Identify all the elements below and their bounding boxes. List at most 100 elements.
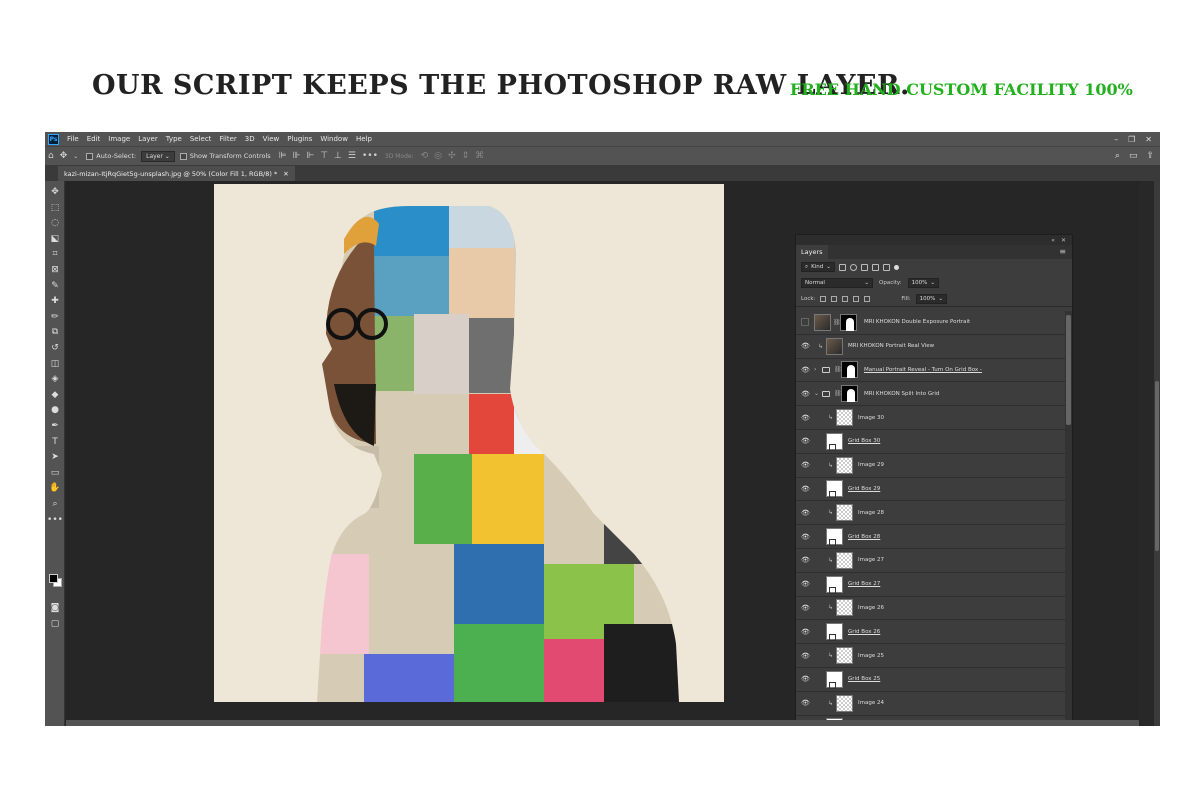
orbit-3d-icon[interactable]: ⟲ — [421, 151, 429, 161]
marquee-tool-icon[interactable]: ⬚ — [48, 201, 62, 215]
layer-row[interactable]: ⛓ MRI KHOKON Double Exposure Portrait — [796, 311, 1066, 335]
menu-file[interactable]: File — [63, 135, 83, 143]
layer-row[interactable]: 👁 ↳ Image 24 — [796, 692, 1066, 716]
layer-row[interactable]: 👁 ↳ MRI KHOKON Portrait Real View — [796, 335, 1066, 359]
layer-row[interactable]: 👁 Grid Box 25 — [796, 668, 1066, 692]
menu-select[interactable]: Select — [186, 135, 216, 143]
opacity-input[interactable]: 100% ⌄ — [907, 278, 939, 288]
visibility-eye-icon[interactable]: 👁 — [801, 414, 810, 422]
camera-3d-icon[interactable]: ⌘ — [475, 151, 484, 161]
close-window-icon[interactable]: ✕ — [1145, 135, 1152, 144]
layer-row[interactable]: 👁 Grid Box 27 — [796, 573, 1066, 597]
rectangle-tool-icon[interactable]: ▭ — [48, 466, 62, 480]
layer-row[interactable]: 👁 ↳ Image 30 — [796, 406, 1066, 430]
filter-toggle-icon[interactable] — [893, 264, 899, 270]
menu-edit[interactable]: Edit — [83, 135, 105, 143]
type-tool-icon[interactable]: T — [48, 435, 62, 449]
more-tools-icon[interactable]: ••• — [47, 513, 63, 527]
menu-layer[interactable]: Layer — [134, 135, 162, 143]
visibility-eye-icon[interactable]: 👁 — [801, 390, 810, 398]
layer-row[interactable]: 👁 ↳ Image 28 — [796, 501, 1066, 526]
visibility-eye-icon[interactable]: 👁 — [801, 533, 810, 541]
lock-transparent-icon[interactable] — [820, 295, 827, 302]
menu-window[interactable]: Window — [316, 135, 352, 143]
foreground-color-swatch[interactable] — [49, 574, 58, 583]
visibility-eye-icon[interactable]: 👁 — [801, 604, 810, 612]
visibility-eye-icon[interactable]: 👁 — [801, 628, 810, 636]
expand-group-icon[interactable]: › — [814, 366, 816, 373]
roll-3d-icon[interactable]: ◎ — [434, 151, 442, 161]
blend-mode-dropdown[interactable]: Normal ⌄ — [801, 278, 873, 288]
align-left-icon[interactable]: ⊫ — [279, 151, 287, 161]
lock-image-icon[interactable] — [831, 295, 838, 302]
frame-tool-icon[interactable]: ⊠ — [48, 263, 62, 277]
layer-row[interactable]: 👁 › ⛓ Manual Portrait Reveal - Turn On Grid… — [796, 359, 1066, 383]
filter-shape-icon[interactable] — [871, 263, 879, 271]
menu-3d[interactable]: 3D — [241, 135, 259, 143]
collapse-panel-icon[interactable]: « — [1051, 237, 1055, 244]
quick-mask-icon[interactable]: ◙ — [48, 601, 62, 615]
more-options-icon[interactable]: ••• — [362, 151, 378, 161]
distribute-icon[interactable]: ☰ — [348, 151, 356, 161]
canvas-scrollbar[interactable] — [1154, 181, 1160, 726]
close-icon[interactable]: ✕ — [283, 170, 288, 178]
home-icon[interactable]: ⌂ — [48, 151, 54, 161]
fill-input[interactable]: 100% ⌄ — [915, 293, 947, 304]
filter-adjustment-icon[interactable] — [849, 263, 857, 271]
auto-select-dropdown[interactable]: Layer ⌄ — [141, 150, 175, 162]
menu-filter[interactable]: Filter — [215, 135, 240, 143]
layer-row[interactable]: 👁 Grid Box 26 — [796, 620, 1066, 645]
visibility-eye-icon[interactable]: 👁 — [801, 437, 810, 445]
visibility-eye-icon[interactable]: 👁 — [801, 461, 810, 469]
eraser-icon[interactable]: ◫ — [48, 357, 62, 371]
visibility-eye-icon[interactable]: 👁 — [801, 342, 810, 350]
workspace-icon[interactable]: ▭ — [1129, 151, 1138, 161]
filter-smart-object-icon[interactable] — [882, 263, 890, 271]
minimize-icon[interactable]: – — [1114, 135, 1118, 144]
align-center-icon[interactable]: ⊪ — [293, 151, 301, 161]
filter-type-icon[interactable] — [860, 263, 868, 271]
visibility-eye-icon[interactable]: 👁 — [801, 485, 810, 493]
stamp-tool-icon[interactable]: ⧉ — [48, 325, 62, 339]
layer-row[interactable]: 👁 Grid Box 29 — [796, 478, 1066, 502]
align-top-icon[interactable]: ⊤ — [320, 151, 328, 161]
brush-tool-icon[interactable]: ✏ — [48, 310, 62, 324]
screen-mode-icon[interactable]: ▢ — [48, 617, 62, 631]
object-select-icon[interactable]: ⬕ — [48, 232, 62, 246]
zoom-tool-icon[interactable]: ⌕ — [48, 497, 62, 511]
pen-tool-icon[interactable]: ✒ — [48, 419, 62, 433]
menu-image[interactable]: Image — [104, 135, 134, 143]
menu-type[interactable]: Type — [162, 135, 186, 143]
visibility-eye-icon[interactable]: 👁 — [801, 509, 810, 517]
visibility-eye-icon[interactable]: 👁 — [801, 366, 810, 374]
layer-row[interactable]: 👁 ↳ Image 26 — [796, 597, 1066, 621]
auto-select-checkbox[interactable]: Auto-Select: — [86, 152, 136, 160]
menu-view[interactable]: View — [259, 135, 284, 143]
visibility-eye-icon[interactable]: 👁 — [801, 675, 810, 683]
show-transform-checkbox[interactable]: Show Transform Controls — [179, 152, 271, 160]
paint-bucket-icon[interactable]: ◈ — [48, 372, 62, 386]
filter-pixel-icon[interactable] — [838, 263, 846, 271]
dodge-tool-icon[interactable]: ● — [48, 403, 62, 417]
menu-help[interactable]: Help — [352, 135, 376, 143]
layer-row[interactable]: 👁 ↳ Image 29 — [796, 454, 1066, 478]
layer-row[interactable]: 👁 ↳ Image 27 — [796, 549, 1066, 573]
align-right-icon[interactable]: ⊩ — [306, 151, 314, 161]
document-canvas[interactable] — [214, 184, 724, 702]
move-tool-icon[interactable]: ✥ — [48, 185, 62, 199]
healing-brush-icon[interactable]: ✚ — [48, 294, 62, 308]
layer-row[interactable]: 👁 Grid Box 30 — [796, 430, 1066, 454]
tab-layers[interactable]: Layers — [796, 245, 828, 259]
lasso-tool-icon[interactable]: ◌ — [48, 216, 62, 230]
share-icon[interactable]: ⇪ — [1146, 151, 1154, 161]
visibility-eye-icon[interactable]: 👁 — [801, 699, 810, 707]
auto-select-check-icon[interactable] — [86, 152, 94, 160]
visibility-eye-icon[interactable]: 👁 — [801, 652, 810, 660]
move-tool-icon[interactable]: ✥ — [60, 151, 68, 161]
hand-tool-icon[interactable]: ✋ — [48, 481, 62, 495]
menu-plugins[interactable]: Plugins — [283, 135, 316, 143]
pan-3d-icon[interactable]: ✣ — [448, 151, 456, 161]
align-middle-icon[interactable]: ⊥ — [334, 151, 342, 161]
close-panel-icon[interactable]: ✕ — [1061, 237, 1066, 244]
restore-icon[interactable]: ❐ — [1128, 135, 1135, 144]
